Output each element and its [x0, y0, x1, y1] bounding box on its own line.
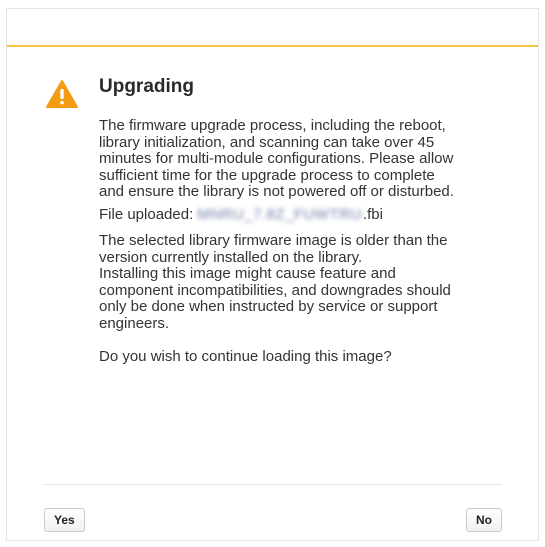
upgrade-duration-message: The firmware upgrade process, including … — [99, 117, 519, 201]
upgrade-dialog: Upgrading The firmware upgrade process, … — [6, 8, 539, 541]
yes-button[interactable]: Yes — [44, 508, 85, 532]
message-line: component incompatibilities, and downgra… — [99, 281, 451, 299]
message-line: and ensure the library is not powered of… — [99, 183, 454, 200]
message-line: engineers. — [99, 314, 170, 332]
message-line: The firmware upgrade process, including … — [99, 117, 446, 134]
dialog-message: The firmware upgrade process, including … — [99, 117, 519, 366]
footer-divider — [43, 484, 502, 485]
file-extension: .fbi — [362, 205, 383, 223]
message-line: only be done when instructed by service … — [99, 298, 438, 315]
version-warning: The selected library firmware image is o… — [99, 232, 519, 266]
warning-triangle-icon — [46, 80, 78, 108]
message-line: minutes for multi-module configurations.… — [99, 150, 454, 167]
confirmation-question: Do you wish to continue loading this ima… — [99, 348, 392, 365]
file-name-redacted: MNRU_7.8Z_FUWTRU — [197, 205, 362, 223]
dialog-accent-line — [7, 45, 538, 47]
message-line: version currently installed on the libra… — [99, 248, 363, 266]
dialog-title: Upgrading — [99, 76, 194, 97]
incompatibility-warning: Installing this image might cause featur… — [99, 265, 519, 332]
no-button[interactable]: No — [466, 508, 502, 532]
message-line: library initialization, and scanning can… — [99, 133, 435, 151]
message-line: Installing this image might cause featur… — [99, 265, 396, 282]
file-uploaded-row: File uploaded: MNRU_7.8Z_FUWTRU.fbi — [99, 205, 519, 224]
message-line: The selected library firmware image is o… — [99, 232, 448, 249]
file-uploaded-label: File uploaded: — [99, 205, 194, 223]
message-line: sufficient time for the upgrade process … — [99, 166, 435, 184]
